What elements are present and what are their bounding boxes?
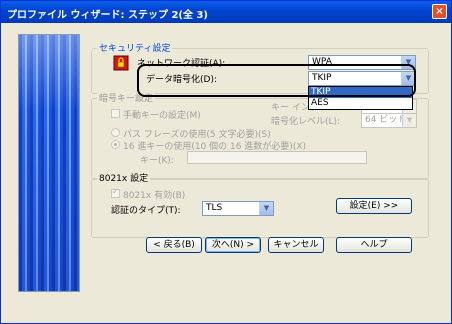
key-input[interactable] bbox=[187, 151, 367, 164]
close-icon[interactable]: × bbox=[432, 4, 447, 19]
shield-lock-icon bbox=[113, 55, 129, 71]
cancel-button[interactable]: キャンセル bbox=[268, 237, 324, 253]
auth-type-select[interactable]: TLS ▼ bbox=[202, 201, 274, 216]
next-button[interactable]: 次へ(N) > bbox=[205, 237, 261, 253]
wizard-banner-image bbox=[18, 34, 80, 292]
encryption-level-select[interactable]: 64 ビット ▼ bbox=[361, 113, 417, 128]
wizard-window: プロファイル ウィザード: ステップ 2(全 3) × セキュリティ設定 ネット… bbox=[0, 0, 452, 324]
chevron-down-icon[interactable]: ▼ bbox=[402, 114, 416, 127]
window-title: プロファイル ウィザード: ステップ 2(全 3) bbox=[7, 10, 208, 21]
manual-key-label: 手動キーの設定(M) bbox=[123, 111, 201, 121]
title-bar: プロファイル ウィザード: ステップ 2(全 3) × bbox=[1, 1, 451, 23]
hex-key-radio[interactable] bbox=[111, 140, 120, 149]
back-button[interactable]: < 戻る(B) bbox=[146, 237, 202, 253]
settings-button[interactable]: 設定(E) >> bbox=[336, 198, 412, 214]
auth-type-value: TLS bbox=[206, 203, 223, 213]
encryption-level-value: 64 ビット bbox=[365, 115, 407, 125]
key-field-label: キー(K): bbox=[140, 156, 174, 166]
passphrase-radio[interactable] bbox=[111, 128, 120, 137]
dot1x-settings-label: 8021x 設定 bbox=[97, 171, 151, 184]
security-settings-label: セキュリティ設定 bbox=[97, 41, 173, 54]
help-button[interactable]: ヘルプ bbox=[336, 237, 412, 253]
highlight-callout bbox=[137, 64, 416, 97]
encryption-level-label: 暗号化レベル(L): bbox=[271, 117, 341, 127]
dot1x-enable-checkbox[interactable] bbox=[111, 187, 120, 198]
dot1x-enable-label: 8021x 有効(B) bbox=[123, 191, 186, 201]
chevron-down-icon[interactable]: ▼ bbox=[259, 202, 273, 215]
manual-key-checkbox[interactable] bbox=[111, 109, 120, 118]
auth-type-label: 認証のタイプ(T): bbox=[111, 206, 181, 216]
encryption-option-aes[interactable]: AES bbox=[309, 98, 412, 109]
